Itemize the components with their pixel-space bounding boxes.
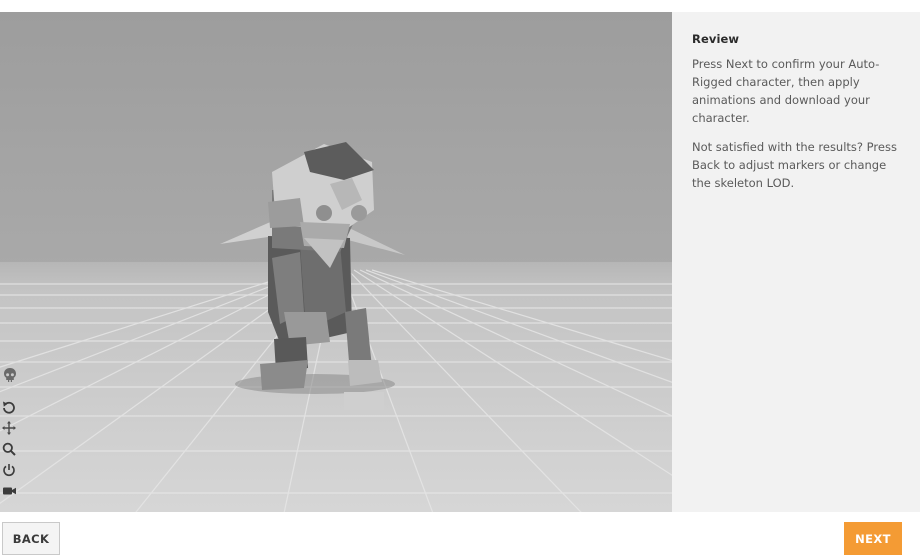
footer-bar: BACK NEXT bbox=[0, 512, 920, 558]
camera-icon[interactable] bbox=[2, 484, 20, 502]
scene bbox=[0, 12, 672, 512]
undo-icon[interactable] bbox=[2, 400, 20, 418]
move-icon[interactable] bbox=[2, 421, 20, 439]
back-button[interactable]: BACK bbox=[2, 522, 60, 555]
zoom-icon[interactable] bbox=[2, 442, 20, 460]
review-instructions: Press Next to confirm your Auto-Rigged c… bbox=[692, 57, 880, 125]
review-panel: Review Press Next to confirm your Auto-R… bbox=[672, 12, 920, 512]
skull-icon[interactable] bbox=[2, 367, 20, 385]
panel-title: Review bbox=[692, 32, 740, 46]
next-button[interactable]: NEXT bbox=[844, 522, 902, 555]
review-hint: Not satisfied with the results? Press Ba… bbox=[692, 140, 897, 190]
power-icon[interactable] bbox=[2, 463, 20, 481]
3d-viewport[interactable] bbox=[0, 12, 672, 512]
top-strip bbox=[0, 0, 920, 12]
